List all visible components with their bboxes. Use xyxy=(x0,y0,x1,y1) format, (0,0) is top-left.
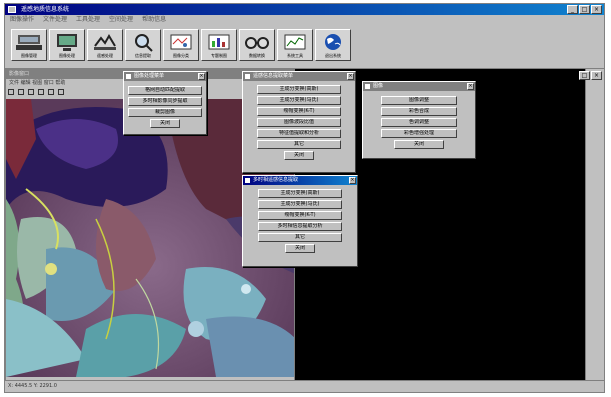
dialog-icon xyxy=(245,74,250,79)
dialog-button[interactable]: 主成分变换(马氏) xyxy=(258,200,342,209)
menu-item[interactable]: 帮助信息 xyxy=(142,15,166,25)
toolbar-button-image-manage[interactable]: 图像管理 xyxy=(11,29,47,61)
globe-icon xyxy=(325,34,341,50)
right-strip xyxy=(585,69,604,381)
close-button[interactable]: 关闭 xyxy=(284,151,314,160)
computer-icon xyxy=(16,35,42,50)
chart-icon xyxy=(208,34,230,50)
satellite-icon xyxy=(94,34,116,50)
dialog-image: 图像 × 图像调整 彩色合成 色调调整 彩色增强处理 关闭 xyxy=(362,81,476,159)
dialog-multitemporal: 多时相遥感信息提取 × 主成分变换(高斯) 主成分变换(马氏) 缨帽变换(K-T… xyxy=(242,175,358,267)
dialog-icon xyxy=(126,74,131,79)
dialog-title: 图像 × xyxy=(363,82,475,91)
toolbar-button-exit[interactable]: 退出系统 xyxy=(315,29,351,61)
dialog-title: 图像处理菜单 × xyxy=(124,72,206,81)
menu-item[interactable]: 工具处理 xyxy=(76,15,100,25)
select-icon[interactable] xyxy=(58,89,64,95)
toolbar: 图像管理 图像处理 遥感处理 信息提取 图像分类 专题制图 数据转换 系统工具 xyxy=(5,26,604,69)
monitor-icon xyxy=(57,34,77,51)
zoom-icon[interactable] xyxy=(38,89,44,95)
close-button[interactable]: 关闭 xyxy=(394,140,444,149)
child-window-buttons: □ × xyxy=(579,71,602,80)
dialog-close-icon[interactable]: × xyxy=(467,83,474,90)
minimize-button[interactable]: _ xyxy=(567,5,578,14)
dialog-button[interactable]: 裁剪图像 xyxy=(128,108,202,117)
dialog-button[interactable]: 彩色合成 xyxy=(381,107,457,116)
toolbar-label: 遥感处理 xyxy=(97,53,113,58)
toolbar-label: 信息提取 xyxy=(135,53,151,58)
save-icon[interactable] xyxy=(18,89,24,95)
open-icon[interactable] xyxy=(8,89,14,95)
dialog-button[interactable]: 图像调整 xyxy=(381,96,457,105)
dialog-button[interactable]: 主成分变换(高斯) xyxy=(258,189,342,198)
toolbar-button-data-convert[interactable]: 数据转换 xyxy=(239,29,275,61)
dialog-close-icon[interactable]: × xyxy=(349,177,356,184)
dialog-button[interactable]: 格网自动匹配提取 xyxy=(128,86,202,95)
close-button[interactable]: 关闭 xyxy=(150,119,180,128)
dialog-button[interactable]: 其它 xyxy=(257,140,341,149)
dialog-title: 遥感信息提取菜单 × xyxy=(243,72,355,81)
dialog-close-icon[interactable]: × xyxy=(198,73,205,80)
dialog-title: 多时相遥感信息提取 × xyxy=(243,176,357,185)
menu-item[interactable]: 空间处理 xyxy=(109,15,133,25)
print-icon[interactable] xyxy=(28,89,34,95)
dialog-button[interactable]: 多时相信息提取分析 xyxy=(258,222,342,231)
dialog-button[interactable]: 彩色增强处理 xyxy=(381,129,457,138)
pan-icon[interactable] xyxy=(48,89,54,95)
menu-bar: 图像操作 文件处理 工具处理 空间处理 帮助信息 xyxy=(5,15,604,25)
menu-item[interactable]: 图像操作 xyxy=(10,15,34,25)
title-bar: 遥感地质信息系统 _ □ × xyxy=(5,4,604,15)
dialog-button[interactable]: 图像波段比值 xyxy=(257,118,341,127)
dialog-button[interactable]: 其它 xyxy=(258,233,342,242)
dialog-button[interactable]: 缨帽变换(K-T) xyxy=(258,211,342,220)
toolbar-label: 图像管理 xyxy=(21,53,37,58)
dialog-icon xyxy=(365,84,370,89)
dialog-image-processing: 图像处理菜单 × 格网自动匹配提取 多时相影像同步提取 裁剪图像 关闭 xyxy=(123,71,207,135)
dialog-button[interactable]: 主成分变换(高斯) xyxy=(257,85,341,94)
toolbar-label: 退出系统 xyxy=(325,53,341,58)
close-button[interactable]: × xyxy=(591,71,602,80)
toolbar-button-extract[interactable]: 信息提取 xyxy=(125,29,161,61)
toolbar-label: 系统工具 xyxy=(287,53,303,58)
close-button[interactable]: 关闭 xyxy=(285,244,315,253)
toolbar-label: 专题制图 xyxy=(211,53,227,58)
dialog-icon xyxy=(245,178,250,183)
toolbar-label: 数据转换 xyxy=(249,53,265,58)
close-button[interactable]: × xyxy=(591,5,602,14)
magnifier-icon xyxy=(135,34,153,52)
workspace: 影像窗口 文件 编辑 视图 窗口 帮助 图像处理菜单 × 格网自动匹配提取 多时… xyxy=(5,69,604,381)
window-title: 遥感地质信息系统 xyxy=(21,6,70,13)
dialog-button[interactable]: 多时相影像同步提取 xyxy=(128,97,202,106)
dialog-info-extract: 遥感信息提取菜单 × 主成分变换(高斯) 主成分变换(马氏) 缨帽变换(K-T)… xyxy=(242,71,356,173)
toolbar-button-thematic-map[interactable]: 专题制图 xyxy=(201,29,237,61)
toolbar-label: 图像处理 xyxy=(59,53,75,58)
dialog-button[interactable]: 缨帽变换(K-T) xyxy=(257,107,341,116)
dialog-button[interactable]: 特征值提取和分析 xyxy=(257,129,341,138)
toolbar-button-classify[interactable]: 图像分类 xyxy=(163,29,199,61)
main-window: 遥感地质信息系统 _ □ × 图像操作 文件处理 工具处理 空间处理 帮助信息 … xyxy=(4,3,605,393)
map-icon xyxy=(170,34,192,50)
maximize-button[interactable]: □ xyxy=(579,71,590,80)
toolbar-label: 图像分类 xyxy=(173,53,189,58)
dialog-button[interactable]: 主成分变换(马氏) xyxy=(257,96,341,105)
toolbar-button-system-tools[interactable]: 系统工具 xyxy=(277,29,313,61)
toolbar-button-remote-sensing[interactable]: 遥感处理 xyxy=(87,29,123,61)
menu-item[interactable]: 文件处理 xyxy=(43,15,67,25)
toolbar-button-image-process[interactable]: 图像处理 xyxy=(49,29,85,61)
glasses-icon xyxy=(245,37,269,49)
graph-icon xyxy=(284,34,306,50)
app-icon xyxy=(8,6,16,13)
dialog-button[interactable]: 色调调整 xyxy=(381,118,457,127)
maximize-button[interactable]: □ xyxy=(579,5,590,14)
status-bar: X: 4445.5 Y: 2291.0 xyxy=(5,380,604,392)
dialog-close-icon[interactable]: × xyxy=(347,73,354,80)
